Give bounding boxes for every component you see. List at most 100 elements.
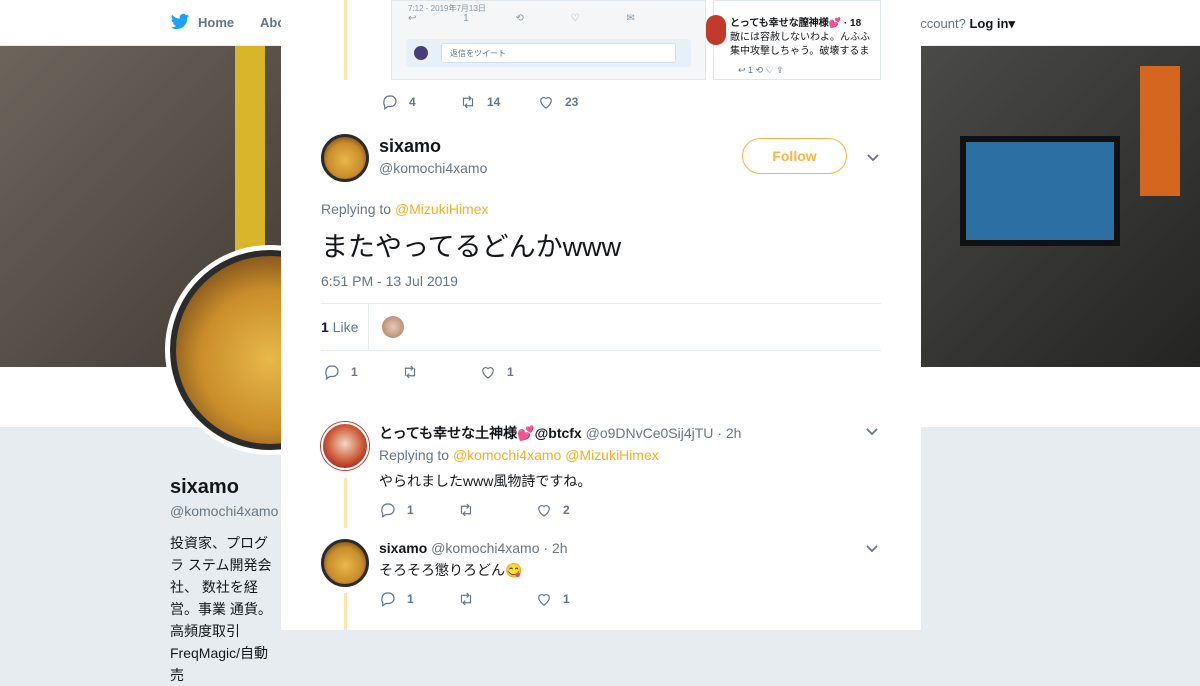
reply-text: やられましたwww風物詩ですね。	[379, 473, 592, 489]
reply-menu-button[interactable]	[865, 541, 879, 558]
nav-home-label: Home	[198, 14, 235, 30]
reply-icon	[381, 592, 395, 607]
heart-icon	[540, 97, 552, 109]
reply-actions: 1 1	[379, 590, 613, 608]
nav-home[interactable]: Home	[170, 13, 234, 31]
reply-icon	[381, 503, 395, 518]
reply-button[interactable]: 4	[381, 93, 459, 111]
reply-author-name[interactable]: sixamo	[379, 540, 427, 556]
tweet-actions: 1 1	[323, 363, 557, 381]
media-1-reply-placeholder: 返信をツイート	[441, 43, 676, 63]
tweet-author-handle[interactable]: @komochi4xamo	[379, 160, 487, 176]
heart-icon	[538, 594, 550, 606]
reply-mentions[interactable]: @komochi4xamo @MizukiHimex	[453, 447, 659, 463]
reply-count: 1	[351, 365, 358, 379]
retweet-icon	[404, 365, 416, 379]
like-button[interactable]: 23	[537, 93, 615, 111]
reply-author-handle[interactable]: @komochi4xamo	[431, 540, 539, 556]
heart-icon	[538, 505, 550, 517]
reply-header: とっても幸せな土神様💕@btcfx @o9DNvCe0Sij4jTU · 2h	[379, 423, 741, 443]
banner-orange-panel	[1140, 66, 1180, 196]
liker-avatar[interactable]	[382, 316, 404, 338]
twitter-bird-icon	[170, 13, 190, 30]
attached-media[interactable]: 7:12 - 2019年7月13日 ↩ 1 ⟲ ♡ ✉ 返信をツイート とっても…	[391, 0, 881, 80]
tweet-modal: 7:12 - 2019年7月13日 ↩ 1 ⟲ ♡ ✉ 返信をツイート とっても…	[281, 0, 921, 630]
like-button[interactable]: 1	[535, 590, 613, 608]
retweet-icon	[460, 503, 472, 517]
media-screenshot-1[interactable]: 7:12 - 2019年7月13日 ↩ 1 ⟲ ♡ ✉ 返信をツイート	[391, 0, 706, 80]
reply-actions: 1 2	[379, 501, 613, 519]
replying-to: Replying to @MizukiHimex	[321, 201, 489, 217]
like-stat-count: 1	[321, 319, 329, 335]
like-count: 1	[563, 592, 570, 606]
replying-prefix: Replying to	[321, 201, 395, 217]
replying-mention-link[interactable]: @MizukiHimex	[395, 201, 489, 217]
tweet-timestamp[interactable]: 6:51 PM - 13 Jul 2019	[321, 273, 458, 289]
profile-bio: 投資家、プログラ ステム開発会社、 数社を経営。事業 通貨。高頻度取引 Freq…	[170, 535, 272, 683]
follow-button[interactable]: Follow	[742, 138, 847, 174]
media-1-avatar	[414, 46, 428, 60]
reply-icon	[325, 365, 339, 380]
reply-menu-button[interactable]	[865, 424, 879, 441]
tweet-menu-button[interactable]	[866, 150, 880, 167]
reply-replying-prefix: Replying to	[379, 447, 453, 463]
close-icon[interactable]: ✕	[1154, 11, 1176, 37]
retweet-button[interactable]	[457, 501, 535, 519]
media-2-title: とっても幸せな膣神様💕 · 18	[730, 18, 862, 29]
media-1-icons: ↩ 1 ⟲ ♡ ✉	[408, 13, 657, 24]
reply-author-handle[interactable]: @o9DNvCe0Sij4jTU	[586, 425, 714, 441]
reply-author-name[interactable]: とっても幸せな土神様💕@btcfx	[379, 425, 582, 441]
retweet-icon	[462, 95, 474, 109]
retweet-button[interactable]	[401, 363, 479, 381]
tweet-text: またやってるどんかwww	[321, 232, 622, 262]
like-count: 2	[563, 503, 570, 517]
media-2-line-1: 敵には容赦しないわよ。んふふ	[730, 32, 870, 43]
account-prompt-text: ccount?	[920, 16, 966, 31]
profile-name: sixamo	[170, 476, 239, 498]
media-1-replybox: 返信をツイート	[406, 39, 691, 67]
like-button[interactable]: 1	[479, 363, 557, 381]
tweet-stats: 1 Like	[321, 303, 881, 351]
media-2-icons: ↩ 1 ⟲ ♡ ⇪	[738, 65, 784, 75]
chevron-down-icon	[867, 154, 879, 162]
reply-header: sixamo @komochi4xamo · 2h	[379, 540, 568, 556]
heart-icon	[482, 367, 494, 379]
reply-count: 1	[407, 592, 414, 606]
reply-text: そろそろ懲りろどん😋	[379, 562, 523, 578]
reply-count: 1	[407, 503, 414, 517]
like-count: 23	[565, 95, 579, 109]
retweet-button[interactable]: 14	[459, 93, 537, 111]
chevron-down-icon	[866, 428, 878, 436]
parent-tweet-actions: 4 14 23	[381, 93, 615, 111]
account-prompt: ccount? Log in▾	[920, 16, 1015, 32]
like-stat[interactable]: 1 Like	[321, 319, 358, 335]
thread-line	[344, 478, 347, 528]
reply-time[interactable]: · 2h	[717, 425, 741, 441]
retweet-icon	[460, 592, 472, 606]
reply-button[interactable]: 1	[323, 363, 401, 381]
tweet-author-avatar[interactable]	[321, 134, 369, 182]
like-stat-label: Like	[328, 319, 359, 335]
reply-replying-to: Replying to @komochi4xamo @MizukiHimex	[379, 447, 659, 463]
like-count: 1	[507, 365, 514, 379]
chevron-down-icon	[866, 545, 878, 553]
reply-button[interactable]: 1	[379, 590, 457, 608]
retweet-button[interactable]	[457, 590, 535, 608]
reply-button[interactable]: 1	[379, 501, 457, 519]
profile-handle: @komochi4xamo	[170, 503, 279, 519]
tweet-author-name[interactable]: sixamo	[379, 136, 441, 157]
media-2-line-2: 集中攻撃しちゃう。破壊するま	[730, 46, 870, 57]
stats-divider	[368, 304, 369, 350]
retweet-count: 14	[487, 95, 501, 109]
thread-line	[344, 0, 347, 80]
media-screenshot-2[interactable]: とっても幸せな膣神様💕 · 18 敵には容赦しないわよ。んふふ 集中攻撃しちゃう…	[706, 0, 881, 80]
login-link[interactable]: Log in	[969, 16, 1008, 31]
reply-avatar[interactable]	[321, 422, 369, 470]
reply-avatar[interactable]	[321, 539, 369, 587]
media-2-avatar	[706, 15, 726, 45]
like-button[interactable]: 2	[535, 501, 613, 519]
banner-tv	[960, 136, 1120, 246]
reply-icon	[383, 95, 397, 110]
thread-line	[344, 593, 347, 630]
reply-time[interactable]: · 2h	[543, 540, 567, 556]
